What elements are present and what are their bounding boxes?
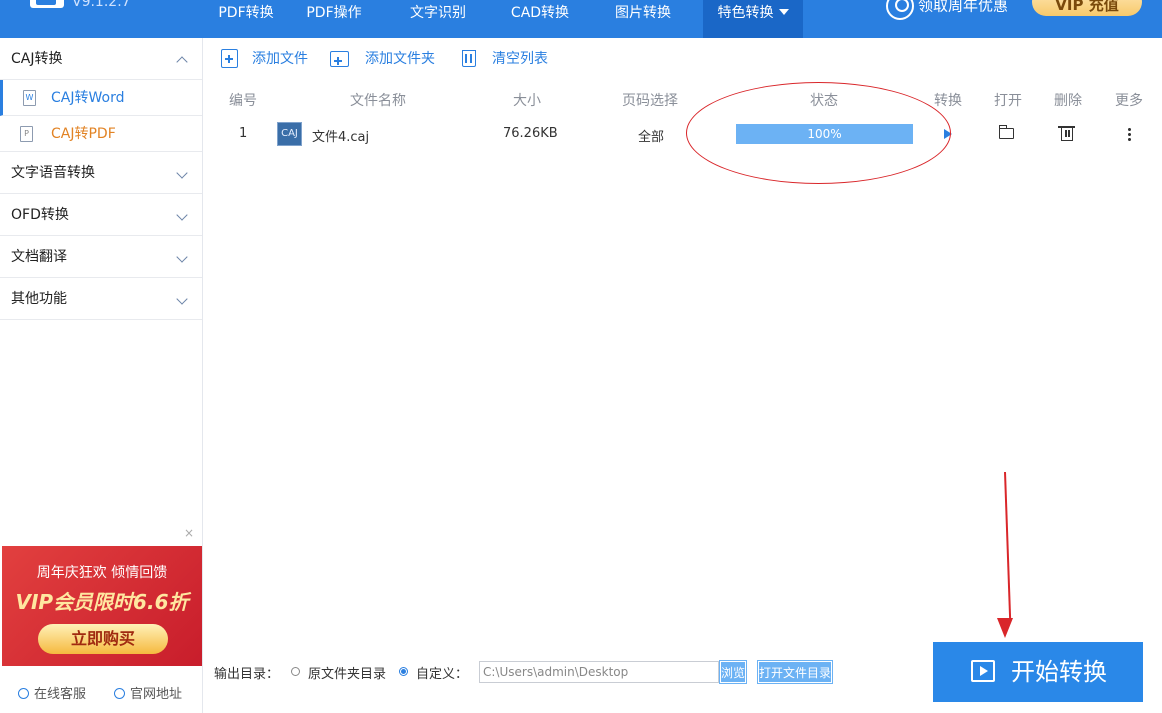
- chevron-down-icon: [176, 293, 188, 305]
- output-dir-label: 输出目录：: [214, 667, 280, 682]
- radio-custom-folder[interactable]: [399, 667, 408, 676]
- chevron-down-icon: [176, 167, 188, 179]
- play-box-icon: [971, 660, 995, 682]
- user-avatar-icon: [886, 0, 914, 20]
- chevron-down-icon: [176, 209, 188, 221]
- promo-line1: 周年庆狂欢 倾情回馈: [36, 565, 168, 581]
- sidebar-item-caj-to-pdf[interactable]: P CAJ转PDF: [0, 116, 202, 152]
- ad-close-icon[interactable]: ×: [184, 526, 194, 540]
- chevron-up-icon: [176, 56, 188, 68]
- nav-ocr[interactable]: 文字识别: [396, 0, 480, 38]
- col-header-index: 编号: [229, 93, 257, 109]
- annotation-arrow-line: [1004, 471, 1012, 622]
- vip-recharge-button[interactable]: VIP 充值: [1032, 0, 1142, 16]
- output-path-input[interactable]: [479, 661, 719, 683]
- promo-line2: VIP会员限时6.6折: [15, 590, 189, 614]
- clear-list-button[interactable]: 清空列表: [462, 48, 562, 70]
- radio-original-folder-label[interactable]: 原文件夹目录: [308, 663, 386, 682]
- add-file-button[interactable]: 添加文件: [221, 48, 321, 70]
- headset-icon: [18, 688, 29, 699]
- website-link[interactable]: 官网地址: [114, 683, 182, 702]
- chevron-down-icon: [176, 251, 188, 263]
- sidebar-group-caj[interactable]: CAJ转换: [0, 38, 202, 80]
- add-file-icon: [221, 49, 238, 68]
- start-convert-button[interactable]: 开始转换: [933, 642, 1143, 702]
- col-header-open: 打开: [994, 93, 1022, 109]
- browse-button[interactable]: 浏览: [719, 660, 747, 684]
- sidebar-group-translate[interactable]: 文档翻译: [0, 236, 202, 278]
- trash-icon[interactable]: [1058, 126, 1075, 141]
- app-version: V9.1.2.7: [72, 0, 131, 10]
- col-header-convert: 转换: [934, 93, 962, 109]
- col-header-pages: 页码选择: [622, 93, 678, 109]
- top-nav-bar: V9.1.2.7 PDF转换 PDF操作 文字识别 CAD转换 图片转换 特色转…: [0, 0, 1162, 38]
- row-page-select[interactable]: 全部: [638, 126, 664, 145]
- buy-now-button[interactable]: 立即购买: [38, 624, 168, 654]
- sidebar: CAJ转换 W CAJ转Word P CAJ转PDF 文字语音转换 OFD转换 …: [0, 38, 203, 713]
- folder-open-icon[interactable]: [999, 125, 1014, 139]
- ie-icon: [114, 688, 125, 699]
- sidebar-group-text-speech[interactable]: 文字语音转换: [0, 152, 202, 194]
- nav-cad-convert[interactable]: CAD转换: [498, 0, 582, 38]
- sidebar-group-ofd[interactable]: OFD转换: [0, 194, 202, 236]
- col-header-name: 文件名称: [350, 93, 406, 109]
- row-index: 1: [239, 126, 248, 141]
- nav-pdf-operate[interactable]: PDF操作: [290, 0, 378, 38]
- sidebar-item-caj-to-word[interactable]: W CAJ转Word: [0, 80, 202, 116]
- sidebar-group-other[interactable]: 其他功能: [0, 278, 202, 320]
- col-header-delete: 删除: [1054, 93, 1082, 109]
- trash-icon: [462, 50, 476, 67]
- anniversary-promo-link[interactable]: 领取周年优惠: [886, 0, 1008, 20]
- app-logo-icon: [30, 0, 64, 8]
- radio-original-folder[interactable]: [291, 667, 300, 676]
- pdf-doc-icon: P: [20, 126, 33, 142]
- online-service-link[interactable]: 在线客服: [18, 683, 86, 702]
- row-file-size: 76.26KB: [503, 126, 558, 141]
- more-vertical-icon[interactable]: [1128, 127, 1131, 141]
- word-doc-icon: W: [23, 90, 36, 106]
- open-dir-button[interactable]: 打开文件目录: [757, 660, 833, 684]
- annotation-arrow-head-icon: [997, 618, 1013, 638]
- promo-banner[interactable]: 周年庆狂欢 倾情回馈 VIP会员限时6.6折 立即购买: [2, 546, 202, 666]
- nav-pdf-convert[interactable]: PDF转换: [202, 0, 290, 38]
- caret-down-icon: [778, 9, 789, 15]
- col-header-size: 大小: [513, 93, 541, 109]
- caj-file-icon: CAJ: [277, 122, 302, 146]
- annotation-oval: [686, 82, 951, 184]
- nav-image-convert[interactable]: 图片转换: [601, 0, 685, 38]
- row-file-name: 文件4.caj: [312, 130, 370, 145]
- col-header-more: 更多: [1115, 93, 1143, 109]
- add-folder-button[interactable]: 添加文件夹: [330, 48, 445, 70]
- add-folder-icon: [330, 51, 349, 67]
- nav-special-convert[interactable]: 特色转换: [703, 0, 803, 38]
- radio-custom-folder-label[interactable]: 自定义：: [416, 663, 468, 682]
